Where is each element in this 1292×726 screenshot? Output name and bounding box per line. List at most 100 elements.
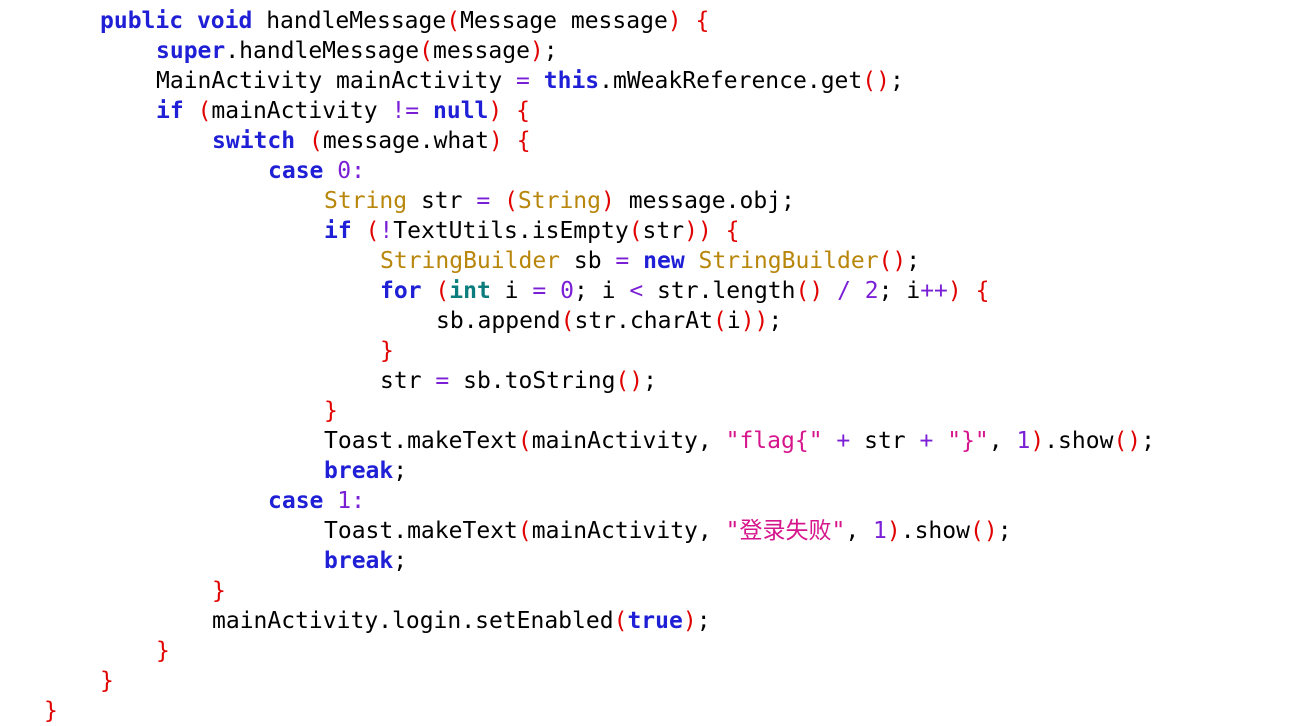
operator-token: : xyxy=(351,158,365,184)
code-text: ; xyxy=(997,518,1012,544)
bracket-token: ( xyxy=(712,308,727,334)
code-text: MainActivity mainActivity xyxy=(156,68,517,94)
code-text: str xyxy=(642,218,685,244)
operator-token: / xyxy=(837,278,851,304)
code-text: Message message xyxy=(460,8,668,34)
code-text: i xyxy=(490,278,533,304)
code-line: } xyxy=(0,576,1292,606)
bracket-token: ( xyxy=(365,218,380,244)
code-text: mainActivity, xyxy=(531,518,726,544)
bracket-token: } xyxy=(100,668,114,694)
bracket-token: ( xyxy=(517,428,532,454)
bracket-token: () xyxy=(1113,428,1142,454)
code-line: super.handleMessage(message); xyxy=(0,36,1292,66)
bracket-token: ) xyxy=(601,188,615,214)
code-text: str.charAt xyxy=(574,308,713,334)
operator-token: : xyxy=(351,488,365,514)
type-token: StringBuilder xyxy=(698,248,879,274)
bracket-token: } xyxy=(324,398,338,424)
code-line: MainActivity mainActivity = this.mWeakRe… xyxy=(0,66,1292,96)
operator-token: + xyxy=(919,428,934,454)
keyword-token: break xyxy=(324,548,394,574)
bracket-token: ( xyxy=(613,608,628,634)
code-text: message.what xyxy=(322,128,489,154)
string-literal: "登录失败" xyxy=(725,518,846,544)
operator-token: = xyxy=(516,68,530,94)
keyword-token: int xyxy=(449,278,491,304)
code-text: message xyxy=(432,38,530,64)
type-token: String xyxy=(324,188,408,214)
code-editor[interactable]: public void handleMessage(Message messag… xyxy=(0,6,1292,726)
bracket-token: () xyxy=(969,518,998,544)
bracket-token: ) xyxy=(886,518,901,544)
operator-token: < xyxy=(629,278,644,304)
bracket-token: ( xyxy=(560,308,575,334)
bracket-token: { xyxy=(725,218,740,244)
code-text: ; xyxy=(906,248,921,274)
operator-token: != xyxy=(391,98,420,124)
code-line: public void handleMessage(Message messag… xyxy=(0,6,1292,36)
bracket-token: )) xyxy=(684,218,712,244)
code-line: Toast.makeText(mainActivity, "登录失败", 1).… xyxy=(0,516,1292,546)
bracket-token: () xyxy=(615,368,644,394)
bracket-token: } xyxy=(44,698,58,724)
bracket-token: } xyxy=(380,338,394,364)
bracket-token: () xyxy=(878,248,907,274)
keyword-token: this xyxy=(543,68,600,94)
bracket-token: ( xyxy=(446,8,461,34)
code-text: mainActivity xyxy=(211,98,392,124)
code-line: } xyxy=(0,396,1292,426)
code-line: switch (message.what) { xyxy=(0,126,1292,156)
code-line: str = sb.toString(); xyxy=(0,366,1292,396)
number-literal: 1 xyxy=(337,488,352,514)
bracket-token: ) xyxy=(488,98,503,124)
bracket-token: } xyxy=(156,638,170,664)
code-line: } xyxy=(0,666,1292,696)
code-line: case 1: xyxy=(0,486,1292,516)
operator-token: ++ xyxy=(920,278,948,304)
code-line: StringBuilder sb = new StringBuilder(); xyxy=(0,246,1292,276)
code-text: .show xyxy=(900,518,970,544)
number-literal: 0 xyxy=(337,158,352,184)
code-line: } xyxy=(0,636,1292,666)
bracket-token: ( xyxy=(197,98,212,124)
code-text: sb xyxy=(560,248,616,274)
code-line: break; xyxy=(0,546,1292,576)
keyword-token: if xyxy=(156,98,184,124)
bracket-token: () xyxy=(862,68,890,94)
code-text: ; xyxy=(889,68,904,94)
code-text: sb.append xyxy=(436,308,561,334)
number-literal: 0 xyxy=(560,278,574,304)
operator-token: ! xyxy=(379,218,394,244)
code-line: Toast.makeText(mainActivity, "flag{" + s… xyxy=(0,426,1292,456)
code-text: str xyxy=(850,428,920,454)
code-text: .handleMessage xyxy=(225,38,420,64)
code-line: if (mainActivity != null) { xyxy=(0,96,1292,126)
code-text: ; xyxy=(393,548,408,574)
bracket-token: ) xyxy=(488,128,503,154)
bracket-token: { xyxy=(695,8,710,34)
code-text: ; i xyxy=(573,278,630,304)
code-text: ; xyxy=(543,38,558,64)
keyword-token: for xyxy=(380,278,422,304)
code-text: i xyxy=(726,308,741,334)
bracket-token: { xyxy=(516,128,531,154)
bracket-token: ( xyxy=(504,188,518,214)
operator-token: = xyxy=(435,368,450,394)
keyword-token: null xyxy=(433,98,489,124)
keyword-token: new xyxy=(643,248,685,274)
keyword-token: super xyxy=(156,38,226,64)
code-text: mainActivity, xyxy=(531,428,726,454)
code-line: String str = (String) message.obj; xyxy=(0,186,1292,216)
